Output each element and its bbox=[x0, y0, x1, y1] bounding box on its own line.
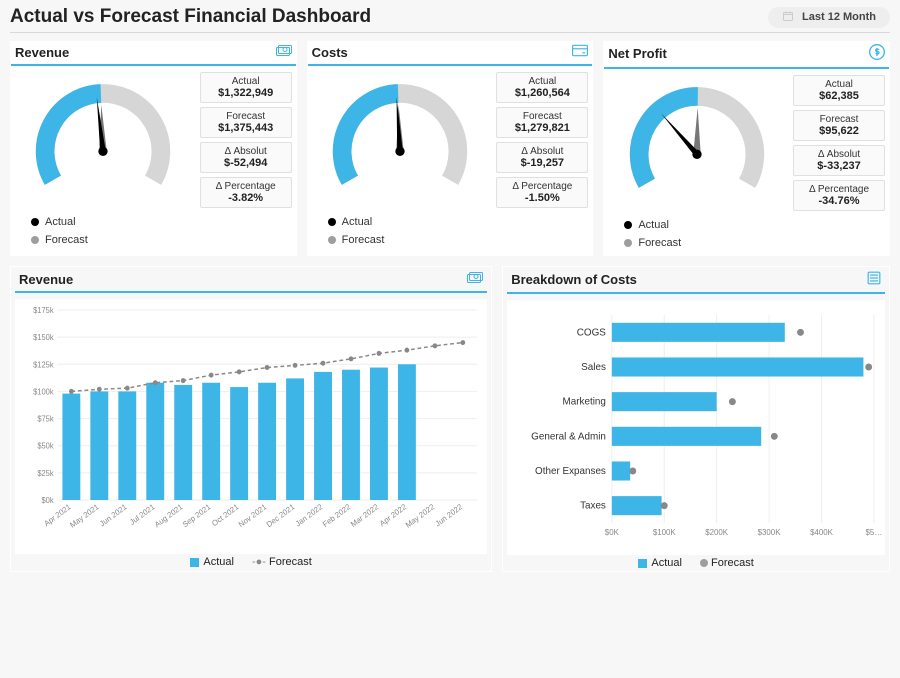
svg-text:Oct 2021: Oct 2021 bbox=[210, 502, 240, 528]
svg-text:Apr 2021: Apr 2021 bbox=[42, 502, 72, 528]
stat-forecast: Forecast$95,622 bbox=[793, 110, 885, 141]
svg-text:$100K: $100K bbox=[653, 528, 677, 537]
legend-forecast: Forecast bbox=[624, 237, 681, 249]
card-icon bbox=[572, 44, 588, 60]
svg-text:Taxes: Taxes bbox=[580, 501, 606, 512]
list-icon bbox=[867, 271, 881, 288]
stat-pct: Δ Percentage-1.50% bbox=[496, 177, 588, 208]
svg-text:Dec 2021: Dec 2021 bbox=[265, 502, 296, 529]
legend-actual: Actual bbox=[190, 556, 234, 568]
costs-bar-chart: $0K $100K $200K $300K $400K $5… COGS Sales Marke… bbox=[508, 301, 884, 551]
svg-text:$25k: $25k bbox=[37, 469, 53, 478]
svg-text:$125k: $125k bbox=[33, 360, 54, 369]
stat-abs: Δ Absolut$-52,494 bbox=[200, 142, 292, 173]
svg-text:$50k: $50k bbox=[37, 442, 53, 451]
svg-text:Jun 2022: Jun 2022 bbox=[434, 502, 464, 528]
svg-text:$75k: $75k bbox=[37, 414, 53, 423]
svg-text:General & Admin: General & Admin bbox=[531, 431, 606, 442]
legend-actual: Actual bbox=[624, 219, 681, 231]
svg-text:May 2021: May 2021 bbox=[68, 502, 100, 530]
stat-abs: Δ Absolut$-33,237 bbox=[793, 145, 885, 176]
gauge-panel-revenue: Revenue Actual Forecast Actual$1,322,949… bbox=[10, 41, 297, 256]
stat-pct: Δ Percentage-34.76% bbox=[793, 180, 885, 211]
legend-forecast: -●- Forecast bbox=[252, 556, 312, 568]
period-label: Last 12 Month bbox=[802, 11, 876, 23]
legend-forecast: Forecast bbox=[700, 557, 754, 569]
gauge-panel-costs: Costs Actual Forecast Actual$1,260,564 F… bbox=[307, 41, 594, 256]
svg-text:Other Expanses: Other Expanses bbox=[535, 466, 606, 477]
svg-text:COGS: COGS bbox=[577, 327, 606, 338]
svg-text:Nov 2021: Nov 2021 bbox=[237, 502, 268, 529]
dollar-circle-icon bbox=[869, 44, 885, 63]
money-icon bbox=[467, 271, 483, 287]
calendar-icon bbox=[782, 10, 794, 25]
svg-text:$200K: $200K bbox=[705, 528, 729, 537]
header-divider bbox=[10, 32, 890, 33]
legend-forecast: Forecast bbox=[328, 234, 385, 246]
stat-forecast: Forecast$1,279,821 bbox=[496, 107, 588, 138]
stat-actual: Actual$1,322,949 bbox=[200, 72, 292, 103]
revenue-bar-chart: $0k $25k $50k $75k $100k $125k $150k $175k Apr 2… bbox=[16, 300, 486, 550]
svg-text:$150k: $150k bbox=[33, 333, 54, 342]
legend-forecast: Forecast bbox=[31, 234, 88, 246]
stat-pct: Δ Percentage-3.82% bbox=[200, 177, 292, 208]
svg-text:$0K: $0K bbox=[605, 528, 620, 537]
svg-text:Jan 2022: Jan 2022 bbox=[294, 502, 324, 528]
gauge-title-netprofit: Net Profit bbox=[608, 46, 667, 61]
svg-text:Feb 2022: Feb 2022 bbox=[321, 502, 352, 529]
gauge-title-costs: Costs bbox=[312, 45, 348, 60]
stat-actual: Actual$62,385 bbox=[793, 75, 885, 106]
page-title: Actual vs Forecast Financial Dashboard bbox=[10, 6, 371, 28]
svg-text:Apr 2022: Apr 2022 bbox=[378, 502, 408, 528]
period-selector[interactable]: Last 12 Month bbox=[768, 7, 890, 28]
legend-actual: Actual bbox=[638, 557, 682, 569]
svg-text:Aug 2021: Aug 2021 bbox=[153, 502, 184, 529]
svg-text:Sales: Sales bbox=[581, 362, 606, 373]
svg-text:May 2022: May 2022 bbox=[404, 502, 436, 530]
gauge-panel-netprofit: Net Profit Actual Forecast Actual$62,385… bbox=[603, 41, 890, 256]
svg-text:$0k: $0k bbox=[42, 496, 54, 505]
svg-text:Mar 2022: Mar 2022 bbox=[349, 502, 380, 529]
svg-text:$175k: $175k bbox=[33, 306, 54, 315]
legend-actual: Actual bbox=[328, 216, 385, 228]
svg-text:$5…: $5… bbox=[866, 528, 883, 537]
legend-actual: Actual bbox=[31, 216, 88, 228]
stat-abs: Δ Absolut$-19,257 bbox=[496, 142, 588, 173]
svg-text:Marketing: Marketing bbox=[563, 397, 606, 408]
svg-text:Sep 2021: Sep 2021 bbox=[181, 502, 212, 529]
svg-text:$300K: $300K bbox=[758, 528, 782, 537]
gauge-title-revenue: Revenue bbox=[15, 45, 69, 60]
svg-text:Jul 2021: Jul 2021 bbox=[128, 502, 156, 527]
stat-actual: Actual$1,260,564 bbox=[496, 72, 588, 103]
svg-text:$400K: $400K bbox=[810, 528, 834, 537]
money-icon bbox=[276, 44, 292, 60]
costs-chart-title: Breakdown of Costs bbox=[511, 272, 637, 287]
revenue-chart-title: Revenue bbox=[19, 272, 73, 287]
stat-forecast: Forecast$1,375,443 bbox=[200, 107, 292, 138]
svg-text:Jun 2021: Jun 2021 bbox=[98, 502, 128, 528]
svg-text:$100k: $100k bbox=[33, 387, 54, 396]
